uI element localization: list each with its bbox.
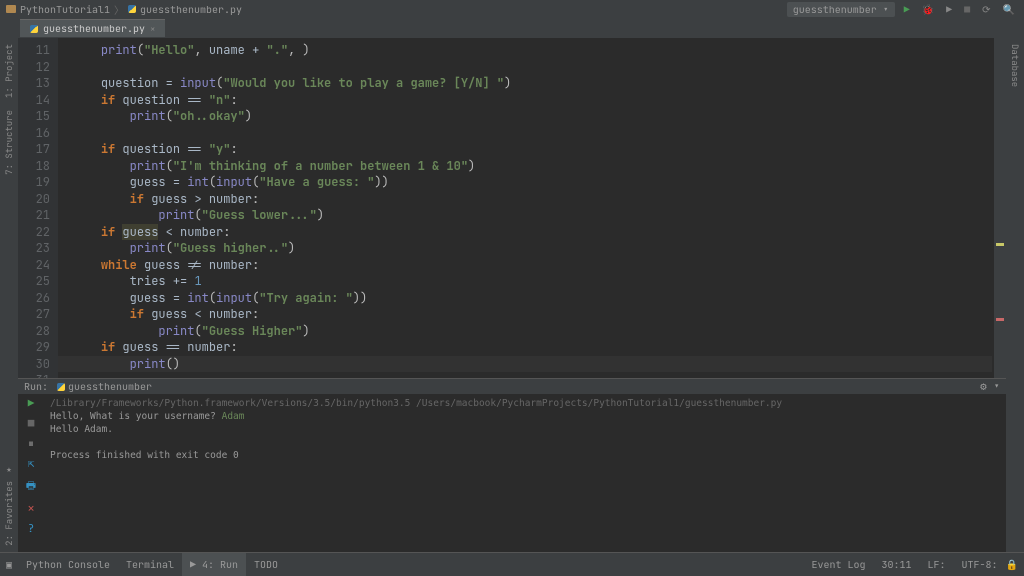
sb-terminal[interactable]: Terminal (118, 553, 182, 576)
code-editor[interactable]: 1112131415161718192021222324252627282930… (18, 38, 1006, 378)
search-icon[interactable]: 🔍 (1003, 3, 1015, 16)
update-icon[interactable]: ⟳ (982, 3, 990, 16)
project-name[interactable]: PythonTutorial1 (20, 3, 110, 16)
bottom-left-tools: ★ 2: Favorites (0, 463, 18, 552)
title-bar: PythonTutorial1 〉 guessthenumber.py gues… (0, 0, 1024, 18)
python-file-icon (30, 25, 38, 33)
run-controls: ▶ ■ ⏸ ⇱ 🖶 ✕ ? (18, 394, 44, 552)
tool-database[interactable]: Database (1007, 38, 1023, 93)
sb-todo[interactable]: TODO (246, 553, 286, 576)
close-icon[interactable]: ✕ (28, 502, 35, 516)
stop-icon[interactable]: ■ (28, 417, 35, 431)
file-encoding[interactable]: UTF-8: (954, 553, 1006, 576)
window-icon[interactable]: ▣ (6, 558, 12, 571)
help-icon[interactable]: ? (28, 522, 35, 536)
folder-icon (6, 5, 16, 13)
status-bar: ▣ Python Console Terminal ▶ 4: Run TODO … (0, 552, 1024, 576)
python-file-icon (57, 383, 65, 391)
close-icon[interactable]: × (150, 23, 155, 35)
export-icon[interactable]: ⇱ (28, 457, 35, 471)
run-label: Run: (24, 380, 48, 393)
run-icon[interactable]: ▶ (904, 3, 910, 16)
cursor-position[interactable]: 30:11 (874, 553, 920, 576)
rerun-icon[interactable]: ▶ (28, 397, 35, 411)
tab-label: guessthenumber.py (43, 22, 145, 35)
sb-python-console[interactable]: Python Console (18, 553, 118, 576)
line-gutter: 1112131415161718192021222324252627282930… (18, 38, 58, 378)
tool-project[interactable]: 1: Project (1, 38, 17, 104)
stop-icon[interactable]: ■ (964, 3, 970, 16)
tool-structure[interactable]: 7: Structure (1, 104, 17, 181)
debug-icon[interactable]: 🐞 (922, 3, 934, 16)
tab-guessthenumber[interactable]: guessthenumber.py × (20, 19, 165, 37)
coverage-icon[interactable]: ▶ (946, 3, 952, 16)
right-tool-strip: Database (1006, 38, 1024, 552)
sb-run[interactable]: ▶ 4: Run (182, 553, 246, 576)
line-separator[interactable]: LF: (920, 553, 954, 576)
toolbar-icons: ▶ 🐞 ▶ ■ ⟳ 🔍 (901, 3, 1018, 16)
interpreter-path: /Library/Frameworks/Python.framework/Ver… (50, 397, 1000, 410)
run-panel: ▶ ■ ⏸ ⇱ 🖶 ✕ ? /Library/Frameworks/Python… (18, 394, 1006, 552)
run-config-selector[interactable]: guessthenumber ▾ (787, 2, 895, 17)
print-icon[interactable]: 🖶 (26, 477, 36, 496)
star-icon[interactable]: ★ (6, 463, 11, 475)
python-file-icon (128, 5, 136, 13)
lock-icon[interactable]: 🔒 (1006, 558, 1018, 571)
file-name[interactable]: guessthenumber.py (140, 3, 242, 16)
tool-favorites[interactable]: 2: Favorites (3, 481, 15, 546)
code-area[interactable]: print("Hello", uname + ".", ) question =… (58, 38, 1006, 378)
editor-tabs: guessthenumber.py × (0, 18, 1024, 38)
pause-icon[interactable]: ⏸ (28, 437, 34, 451)
console-output[interactable]: /Library/Frameworks/Python.framework/Ver… (44, 394, 1006, 552)
sb-event-log[interactable]: Event Log (804, 553, 874, 576)
